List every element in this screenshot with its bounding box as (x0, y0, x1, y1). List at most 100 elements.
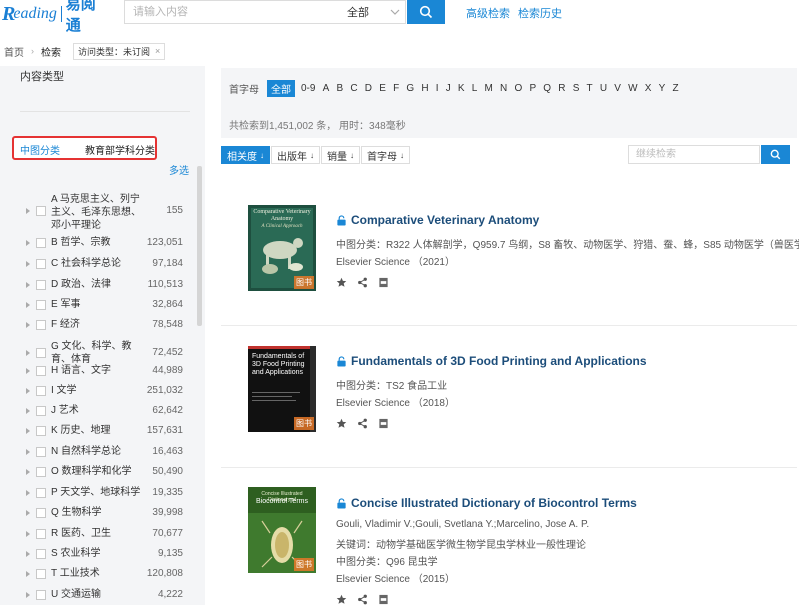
letter-filter[interactable]: J (446, 83, 451, 94)
letter-filter[interactable]: S (573, 83, 580, 94)
expand-arrow-icon[interactable] (26, 571, 30, 577)
category-checkbox[interactable] (36, 590, 46, 600)
category-checkbox[interactable] (36, 508, 46, 518)
letter-filter[interactable]: A (323, 83, 330, 94)
sidebar-category-item[interactable]: O 数理科学和化学 50,490 (0, 465, 195, 478)
expand-arrow-icon[interactable] (26, 510, 30, 516)
sort-sales[interactable]: 销量 ↓ (321, 146, 360, 164)
expand-arrow-icon[interactable] (26, 368, 30, 374)
category-checkbox[interactable] (36, 320, 46, 330)
category-checkbox[interactable] (36, 569, 46, 579)
sidebar-category-item[interactable]: S 农业科学 9,135 (0, 547, 195, 560)
sidebar-category-item[interactable]: I 文学 251,032 (0, 384, 195, 397)
sort-initial[interactable]: 首字母 ↓ (361, 146, 410, 164)
share-icon[interactable] (357, 594, 368, 605)
expand-arrow-icon[interactable] (26, 531, 30, 537)
letter-filter[interactable]: N (500, 83, 507, 94)
search-button[interactable] (407, 0, 445, 24)
expand-arrow-icon[interactable] (26, 469, 30, 475)
letter-filter[interactable]: W (628, 83, 637, 94)
letter-filter[interactable]: U (600, 83, 607, 94)
letter-filter[interactable]: P (529, 83, 536, 94)
letter-filter[interactable]: F (393, 83, 399, 94)
sidebar-category-item[interactable]: N 自然科学总论 16,463 (0, 445, 195, 458)
letter-filter[interactable]: C (350, 83, 357, 94)
letter-filter[interactable]: H (421, 83, 428, 94)
pdf-icon[interactable] (378, 277, 389, 288)
star-icon[interactable] (336, 418, 347, 429)
multi-select-button[interactable]: 多选 (169, 162, 189, 177)
letter-filter[interactable]: Z (672, 83, 678, 94)
sidebar-category-item[interactable]: F 经济 78,548 (0, 318, 195, 331)
category-checkbox[interactable] (36, 447, 46, 457)
letter-filter[interactable]: E (379, 83, 386, 94)
category-checkbox[interactable] (36, 426, 46, 436)
share-icon[interactable] (357, 277, 368, 288)
sidebar-category-item[interactable]: C 社会科学总论 97,184 (0, 257, 195, 270)
letter-filter[interactable]: R (558, 83, 565, 94)
category-checkbox[interactable] (36, 300, 46, 310)
sidebar-category-item[interactable]: A 马克思主义、列宁主义、毛泽东思想、邓小平理论 155 (0, 193, 195, 231)
expand-arrow-icon[interactable] (26, 490, 30, 496)
expand-arrow-icon[interactable] (26, 240, 30, 246)
breadcrumb-home[interactable]: 首页 (4, 44, 24, 59)
category-checkbox[interactable] (36, 366, 46, 376)
letter-all[interactable]: 全部 (267, 79, 295, 97)
letter-filter[interactable]: D (365, 83, 372, 94)
sidebar-category-item[interactable]: G 文化、科学、教育、体育 72,452 (0, 340, 195, 366)
expand-arrow-icon[interactable] (26, 282, 30, 288)
result-title[interactable]: Concise Illustrated Dictionary of Biocon… (336, 496, 637, 510)
expand-arrow-icon[interactable] (26, 551, 30, 557)
expand-arrow-icon[interactable] (26, 592, 30, 598)
sidebar-category-item[interactable]: H 语言、文字 44,989 (0, 364, 195, 377)
category-checkbox[interactable] (36, 406, 46, 416)
book-cover[interactable]: Concise Illustrated Dictionary of Biocont… (248, 487, 316, 573)
letter-filter[interactable]: 0-9 (301, 83, 315, 94)
sidebar-category-item[interactable]: D 政治、法律 110,513 (0, 278, 195, 291)
search-input[interactable] (125, 1, 335, 23)
advanced-search-link[interactable]: 高级检索 (466, 5, 510, 21)
sidebar-scrollbar[interactable] (197, 166, 202, 326)
pdf-icon[interactable] (378, 418, 389, 429)
category-checkbox[interactable] (36, 529, 46, 539)
category-checkbox[interactable] (36, 280, 46, 290)
expand-arrow-icon[interactable] (26, 428, 30, 434)
category-checkbox[interactable] (36, 348, 46, 358)
sidebar-category-item[interactable]: P 天文学、地球科学 19,335 (0, 486, 195, 499)
letter-filter[interactable]: Y (659, 83, 666, 94)
search-history-link[interactable]: 检索历史 (518, 5, 562, 21)
letter-filter[interactable]: Q (543, 83, 551, 94)
search-scope-select[interactable]: 全部 (347, 1, 405, 23)
sidebar-category-item[interactable]: K 历史、地理 157,631 (0, 424, 195, 437)
sidebar-category-item[interactable]: U 交通运输 4,222 (0, 588, 195, 601)
category-checkbox[interactable] (36, 467, 46, 477)
sidebar-category-item[interactable]: J 艺术 62,642 (0, 404, 195, 417)
expand-arrow-icon[interactable] (26, 408, 30, 414)
star-icon[interactable] (336, 594, 347, 605)
tab-moe[interactable]: 教育部学科分类 (85, 142, 155, 157)
sidebar-category-item[interactable]: B 哲学、宗教 123,051 (0, 236, 195, 249)
expand-arrow-icon[interactable] (26, 388, 30, 394)
share-icon[interactable] (357, 418, 368, 429)
expand-arrow-icon[interactable] (26, 449, 30, 455)
search-within-button[interactable] (761, 145, 790, 164)
category-checkbox[interactable] (36, 488, 46, 498)
star-icon[interactable] (336, 277, 347, 288)
expand-arrow-icon[interactable] (26, 208, 30, 214)
search-within-input[interactable] (629, 146, 757, 163)
letter-filter[interactable]: L (472, 83, 478, 94)
result-title[interactable]: Fundamentals of 3D Food Printing and App… (336, 354, 647, 368)
category-checkbox[interactable] (36, 238, 46, 248)
close-icon[interactable]: × (155, 46, 160, 56)
category-checkbox[interactable] (36, 259, 46, 269)
letter-filter[interactable]: G (406, 83, 414, 94)
category-checkbox[interactable] (36, 386, 46, 396)
sort-pub-year[interactable]: 出版年 ↓ (271, 146, 320, 164)
result-title[interactable]: Comparative Veterinary Anatomy (336, 213, 539, 227)
letter-filter[interactable]: M (485, 83, 493, 94)
letter-filter[interactable]: V (614, 83, 621, 94)
letter-filter[interactable]: O (514, 83, 522, 94)
category-checkbox[interactable] (36, 549, 46, 559)
sidebar-category-item[interactable]: E 军事 32,864 (0, 298, 195, 311)
tab-clc[interactable]: 中图分类 (20, 142, 60, 157)
